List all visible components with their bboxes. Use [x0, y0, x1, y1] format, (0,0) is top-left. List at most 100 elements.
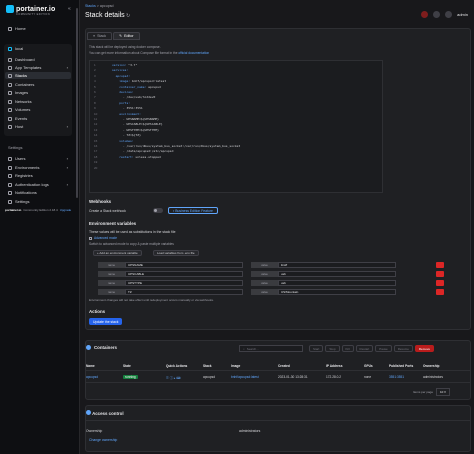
delete-env-var-button[interactable]: [436, 262, 444, 268]
env-var-row: name UPSCABLE value usb: [98, 271, 396, 277]
add-env-var-button[interactable]: + Add an environment variable: [93, 250, 142, 256]
sidebar-item-host[interactable]: Host ›: [5, 123, 71, 130]
help-icon[interactable]: [433, 11, 441, 18]
line-number: 3: [94, 73, 96, 78]
code-line: - /var/run/dbus/system_bus_socket:/var/r…: [122, 144, 241, 148]
sidebar-footer: portainer.io Community Edition 2.18.4 Up…: [5, 208, 72, 212]
sidebar-scrollbar[interactable]: [76, 8, 78, 198]
column-header[interactable]: Name: [86, 364, 95, 368]
sidebar-item-containers[interactable]: Containers: [5, 81, 71, 88]
code-line: apcupsd:: [112, 73, 131, 78]
sidebar-item-volumes[interactable]: Volumes: [5, 106, 71, 113]
table-cell-name[interactable]: apcupsd: [86, 375, 98, 379]
sidebar-item-images[interactable]: Images: [5, 89, 71, 96]
column-header[interactable]: Created: [278, 364, 290, 368]
column-header[interactable]: IP Address: [326, 364, 342, 368]
sidebar-item-events[interactable]: Events: [5, 115, 71, 122]
access-control-heading: Access control: [86, 410, 124, 416]
column-header[interactable]: Image: [231, 364, 240, 368]
rocket-icon: [8, 65, 12, 70]
sidebar-item-users[interactable]: Users ›: [5, 155, 71, 162]
env-name-input[interactable]: UPSTYPE: [125, 280, 243, 286]
collapse-sidebar-icon[interactable]: «: [68, 6, 71, 12]
upgrade-link[interactable]: Upgrade: [60, 208, 72, 212]
table-cell-gpus: none: [364, 375, 372, 379]
change-ownership-link[interactable]: Change ownership: [89, 438, 117, 442]
top-bar-icons: admin: [421, 11, 468, 18]
load-env-file-button[interactable]: Load variables from .env file: [153, 250, 199, 256]
table-cell-ports[interactable]: 3551:3551: [389, 375, 404, 379]
column-header[interactable]: State: [123, 364, 131, 368]
env-name-label: name: [98, 271, 125, 277]
env-name-input[interactable]: UPSNAME: [125, 262, 243, 268]
actions-heading: Actions: [89, 309, 106, 314]
user-avatar-icon[interactable]: [445, 11, 453, 18]
business-edition-badge[interactable]: ▪ Business Edition Feature: [168, 207, 218, 214]
code-line: - /dev/usb/hiddev0: [122, 95, 156, 100]
update-stack-button[interactable]: Update the stack: [89, 318, 123, 325]
sidebar-item-dashboard[interactable]: Dashboard: [5, 56, 71, 63]
code-line: - UPSNAME=${UPSNAME}: [122, 117, 159, 121]
sidebar-item-networks[interactable]: Networks: [5, 98, 71, 105]
column-header[interactable]: Ownership: [423, 364, 439, 368]
list-icon: [8, 90, 12, 95]
advanced-mode-toggle[interactable]: Advanced mode: [89, 236, 117, 240]
line-number: 20: [94, 165, 98, 170]
sidebar-item-notifications[interactable]: Notifications: [5, 189, 71, 196]
remove-container-button[interactable]: Remove: [414, 345, 435, 352]
tab-stack[interactable]: ≡ Stack: [87, 32, 113, 40]
line-number: 6: [94, 90, 96, 94]
env-name-input[interactable]: UPSCABLE: [125, 271, 243, 277]
sidebar-item-registries[interactable]: Registries: [5, 172, 71, 179]
resume-container-button[interactable]: Resume: [393, 345, 413, 352]
webhook-toggle[interactable]: [153, 208, 163, 213]
sidebar-item-app-templates[interactable]: App Templates ›: [5, 64, 71, 71]
sidebar-item-settings[interactable]: Settings: [5, 198, 71, 205]
sidebar-item-environments[interactable]: Environments ›: [5, 164, 71, 171]
env-value-input[interactable]: US/Mountain: [278, 289, 396, 295]
line-number: 15: [94, 138, 98, 143]
items-per-page-select[interactable]: 10 ▾: [436, 388, 450, 396]
sidebar-env-local[interactable]: local: [5, 45, 71, 52]
compose-docs-link[interactable]: official documentation: [178, 51, 209, 55]
sidebar-item-home[interactable]: Home: [5, 25, 71, 32]
line-number: 4: [94, 79, 96, 84]
home-icon: [8, 26, 12, 31]
line-number: 1: [94, 63, 96, 67]
env-value-input[interactable]: usb: [278, 271, 396, 277]
column-header[interactable]: Stack: [203, 364, 212, 368]
pagination: Items per page 10 ▾: [413, 388, 450, 396]
delete-env-var-button[interactable]: [436, 280, 444, 286]
delete-env-var-button[interactable]: [436, 271, 444, 277]
delete-env-var-button[interactable]: [436, 289, 444, 295]
start-container-button[interactable]: Start: [309, 345, 324, 352]
notification-icon[interactable]: [421, 11, 429, 18]
box-icon: [86, 345, 91, 350]
pause-container-button[interactable]: Pause: [375, 345, 392, 352]
column-header[interactable]: Published Ports: [389, 364, 413, 368]
logo-subtitle: COMMUNITY EDITION: [16, 13, 50, 16]
breadcrumb-stacks-link[interactable]: Stacks: [85, 4, 96, 8]
stop-container-button[interactable]: Stop: [325, 345, 340, 352]
env-name-input[interactable]: TZ: [125, 289, 243, 295]
user-name[interactable]: admin: [457, 12, 468, 17]
column-header[interactable]: Quick Actions: [166, 364, 187, 368]
column-header[interactable]: GPUs: [364, 364, 373, 368]
restart-container-button[interactable]: Restart: [355, 345, 374, 352]
kill-container-button[interactable]: Kill: [341, 345, 354, 352]
sidebar-item-stacks[interactable]: Stacks: [5, 72, 71, 79]
quick-actions-icons[interactable]: ☰ ⓘ ▸ ⌨: [166, 375, 181, 380]
portainer-logo[interactable]: portainer.io: [6, 5, 55, 13]
tab-editor[interactable]: ✎ Editor: [113, 32, 140, 40]
env-value-input[interactable]: ilnsff: [278, 262, 396, 268]
code-editor[interactable]: 1 version: "3.7" 2 services: 3 apcupsd: 4 ima…: [89, 60, 383, 193]
line-number: 2: [94, 68, 96, 73]
breadcrumb: Stacks > apcupsd: [85, 4, 114, 8]
container-search-input[interactable]: ⌕ Search...: [239, 345, 303, 352]
box-icon: [8, 82, 12, 87]
env-value-input[interactable]: usb: [278, 280, 396, 286]
table-cell-image[interactable]: bnhf/apcupsd:latest: [231, 375, 259, 379]
env-name-label: name: [98, 280, 125, 286]
sidebar-item-auth-logs[interactable]: Authentication logs ›: [5, 181, 71, 188]
refresh-icon[interactable]: ↻: [126, 13, 130, 19]
